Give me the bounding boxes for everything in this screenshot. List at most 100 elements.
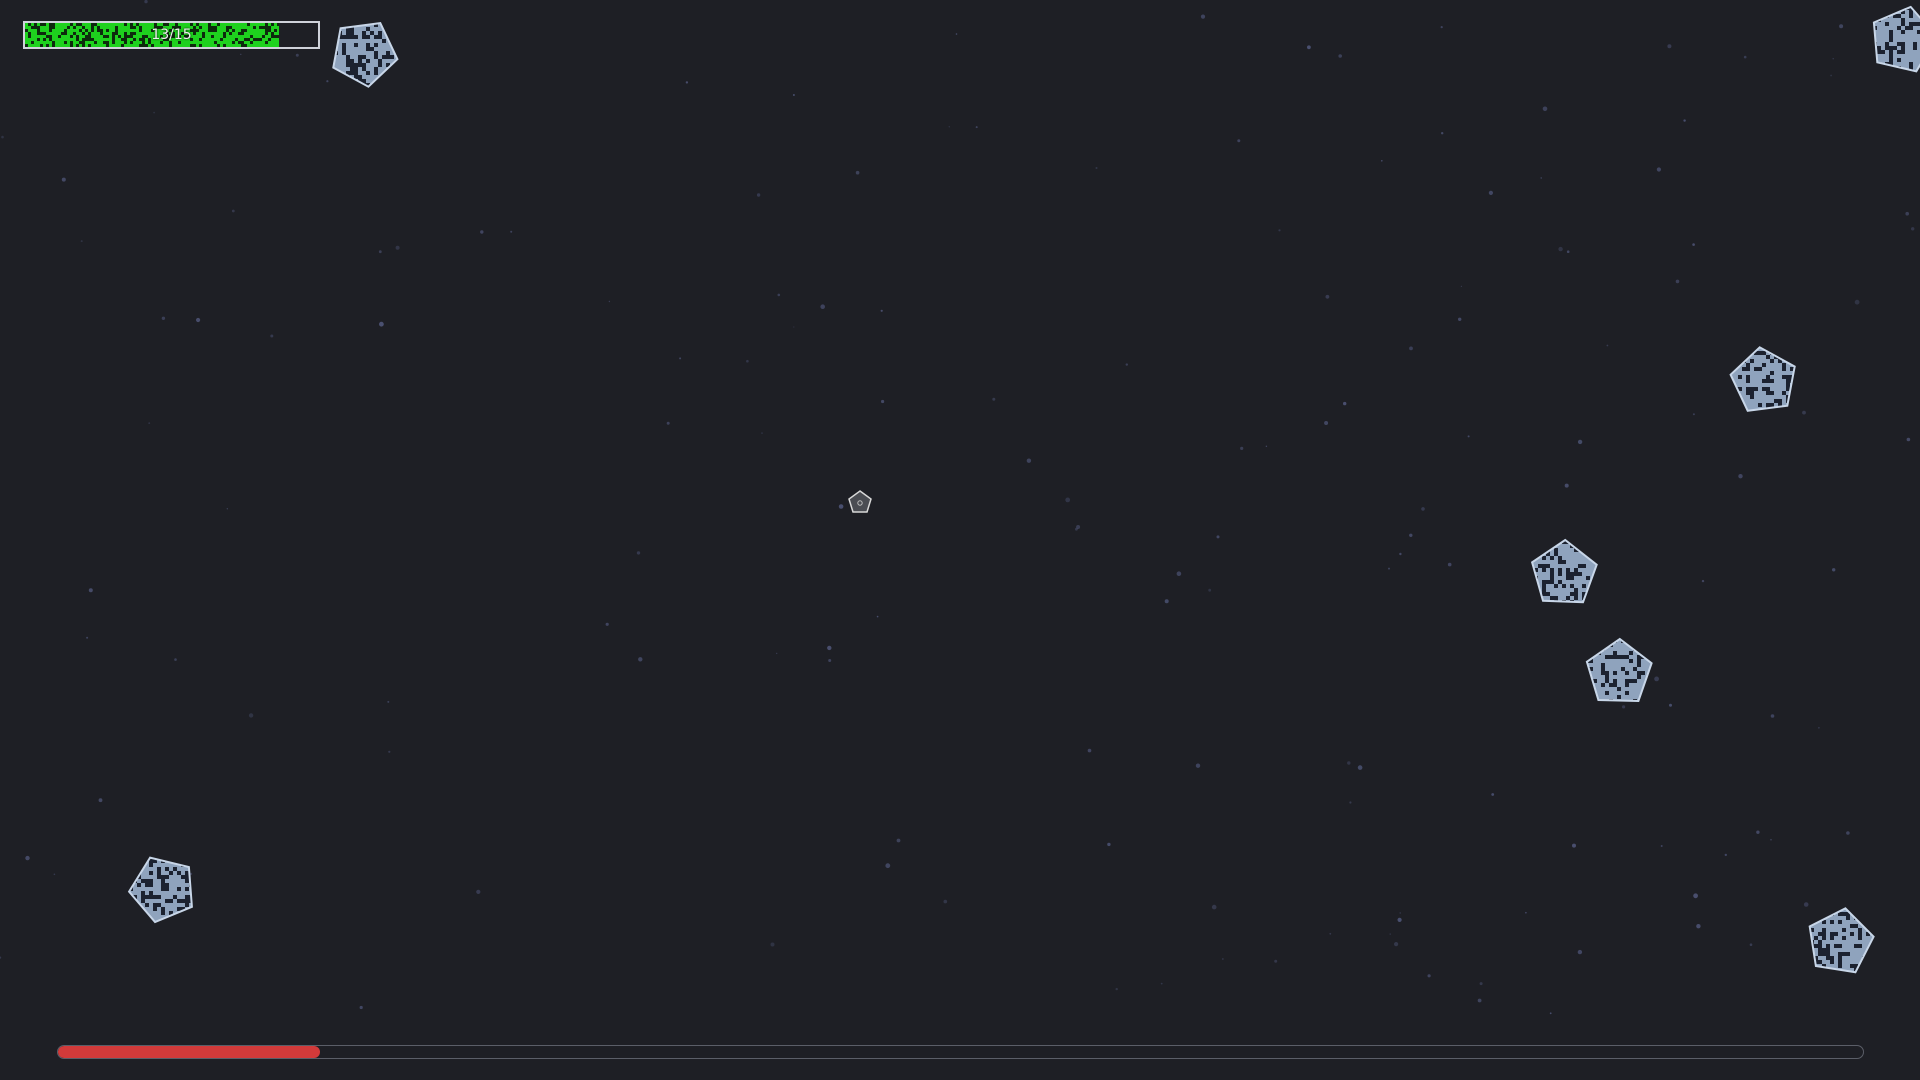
star	[1525, 911, 1527, 914]
star	[1397, 917, 1402, 923]
star	[174, 658, 177, 661]
star	[1409, 346, 1413, 351]
level-progress-bar	[57, 1045, 1864, 1059]
star	[1399, 912, 1401, 914]
star	[88, 588, 93, 593]
star	[270, 334, 274, 338]
star	[1216, 535, 1220, 539]
star	[61, 177, 66, 182]
star	[295, 53, 299, 57]
star	[1488, 190, 1493, 195]
star	[1076, 525, 1081, 529]
star	[1558, 246, 1563, 252]
star	[761, 432, 763, 434]
star	[636, 551, 641, 555]
star	[226, 508, 228, 510]
star	[1577, 439, 1583, 445]
star	[378, 250, 382, 254]
star	[1606, 344, 1609, 347]
health-bar: 13/15	[23, 21, 320, 49]
star	[1839, 24, 1844, 29]
star	[855, 170, 860, 175]
star	[1208, 588, 1212, 592]
star	[1115, 987, 1118, 991]
star	[1770, 714, 1775, 718]
star	[1693, 893, 1698, 899]
star	[1549, 1012, 1552, 1015]
star	[1683, 119, 1686, 122]
star	[395, 245, 400, 250]
star	[1802, 410, 1806, 415]
star	[777, 293, 781, 297]
star	[1667, 44, 1672, 49]
star	[1357, 765, 1363, 770]
star	[1572, 843, 1576, 848]
star	[196, 317, 201, 323]
star	[1440, 26, 1443, 29]
star	[1701, 579, 1705, 583]
star	[80, 240, 83, 243]
star	[1200, 14, 1206, 19]
star	[828, 659, 832, 662]
star	[1343, 401, 1347, 406]
star	[1160, 982, 1163, 985]
asteroid	[1865, 2, 1920, 78]
star	[1818, 726, 1820, 729]
star	[943, 899, 948, 904]
star	[359, 1005, 363, 1010]
star	[1832, 568, 1836, 572]
star	[1338, 54, 1342, 58]
star	[1832, 58, 1834, 60]
star	[1347, 761, 1351, 765]
star	[1237, 139, 1241, 143]
star	[1409, 533, 1413, 537]
star	[975, 126, 978, 129]
star	[793, 326, 795, 328]
star	[231, 209, 235, 213]
star	[98, 798, 103, 803]
star	[144, 0, 148, 4]
star	[1458, 317, 1462, 321]
star	[1164, 599, 1169, 604]
star	[1542, 106, 1548, 112]
star	[1656, 167, 1661, 172]
star	[881, 399, 885, 404]
star	[605, 622, 609, 626]
star	[1278, 229, 1281, 232]
asteroid	[1802, 904, 1878, 980]
star	[1854, 299, 1860, 305]
star	[876, 615, 879, 618]
star	[1195, 763, 1201, 768]
star	[1399, 552, 1402, 556]
star	[756, 193, 761, 197]
star	[388, 750, 391, 753]
star	[0, 956, 2, 959]
star	[1911, 227, 1915, 231]
star	[1441, 132, 1444, 135]
star	[1749, 943, 1753, 946]
asteroid	[1726, 343, 1802, 419]
star	[153, 111, 155, 114]
star	[827, 645, 832, 651]
star	[1274, 959, 1278, 963]
starfield	[0, 0, 1915, 1015]
star	[1477, 998, 1482, 1003]
star	[1394, 942, 1399, 947]
star	[379, 321, 384, 327]
star	[1026, 458, 1032, 463]
star	[838, 504, 844, 509]
star	[1087, 748, 1092, 753]
health-text: 13/15	[151, 27, 192, 43]
star	[53, 873, 56, 876]
star	[1388, 567, 1390, 570]
star	[679, 357, 682, 360]
star	[1564, 483, 1569, 488]
asteroid	[326, 15, 402, 91]
star	[776, 652, 778, 655]
star	[1222, 958, 1224, 960]
star	[608, 300, 611, 303]
star	[1479, 982, 1483, 986]
star	[510, 230, 513, 233]
star	[1240, 446, 1244, 450]
star	[1389, 933, 1391, 935]
